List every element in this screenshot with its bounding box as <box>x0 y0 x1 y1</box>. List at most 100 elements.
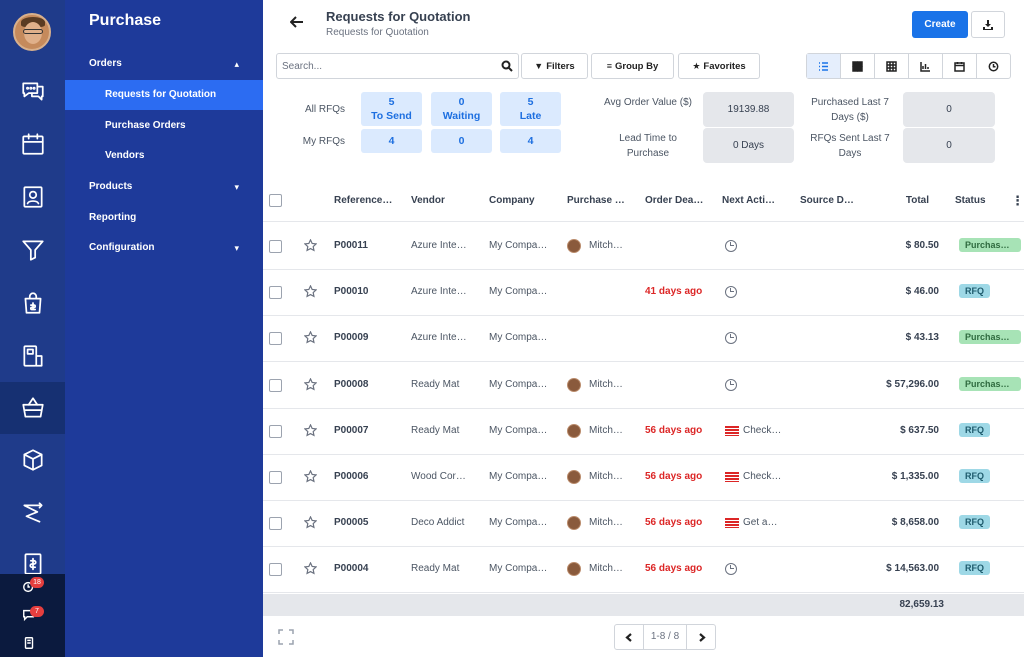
activity-flag-icon[interactable] <box>725 518 739 529</box>
sidebar-item-reporting[interactable]: Reporting <box>65 203 263 233</box>
next-activity-cell[interactable]: Check… <box>743 425 781 436</box>
star-icon[interactable] <box>303 238 318 255</box>
table-row[interactable]: P00010 Azure Inte… My Compa… 41 days ago $ 4… <box>263 270 1024 317</box>
sidebar-item-requests-for-quotation[interactable]: Requests for Quotation <box>65 80 263 110</box>
manufacturing-icon[interactable] <box>0 487 65 539</box>
row-checkbox[interactable] <box>269 563 282 577</box>
row-checkbox[interactable] <box>269 240 282 253</box>
row-checkbox[interactable] <box>269 471 282 484</box>
waiting-stat[interactable]: 0 Waiting <box>431 92 492 126</box>
pos-terminal-icon[interactable] <box>0 330 65 382</box>
inventory-box-icon[interactable] <box>0 434 65 486</box>
sidebar-item-products[interactable]: Products ▾ <box>65 172 263 202</box>
late-count: 5 <box>527 96 534 108</box>
column-header-company[interactable]: Company <box>489 195 555 206</box>
star-icon[interactable] <box>303 330 318 347</box>
star-icon[interactable] <box>303 561 318 578</box>
favorites-button[interactable]: ★ Favorites <box>678 53 760 79</box>
reference-cell: P00008 <box>334 378 369 390</box>
breadcrumb[interactable]: Requests for Quotation <box>326 27 429 38</box>
company-cell: My Compa… <box>489 332 548 344</box>
list-icon <box>819 61 828 71</box>
group-by-button[interactable]: ≡ Group By <box>591 53 674 79</box>
calendar-app-icon[interactable] <box>0 118 65 170</box>
to-send-stat[interactable]: 5 To Send <box>361 92 422 126</box>
phone-icon[interactable] <box>22 636 40 652</box>
download-button[interactable] <box>971 11 1005 38</box>
sidebar-item-vendors[interactable]: Vendors <box>65 141 263 171</box>
late-stat[interactable]: 5 Late <box>500 92 561 126</box>
activity-clock-icon[interactable] <box>725 286 737 299</box>
table-row[interactable]: P00008 Ready Mat My Compa… Mitch… $ 57,296.0… <box>263 363 1024 409</box>
my-rfqs-label: My RFQs <box>302 136 345 147</box>
select-all-checkbox[interactable] <box>269 194 282 207</box>
sales-bag-icon[interactable] <box>0 277 65 329</box>
column-header-next-activity[interactable]: Next Acti… <box>722 195 788 206</box>
contacts-app-icon[interactable] <box>0 171 65 223</box>
optional-columns-kebab-icon[interactable]: ⋮ <box>1011 193 1019 209</box>
star-icon[interactable] <box>303 377 318 394</box>
star-icon[interactable] <box>303 469 318 486</box>
order-deadline-cell: 56 days ago <box>645 471 703 482</box>
table-row[interactable]: P00006 Wood Cor… My Compa… Mitch… 56 days ag… <box>263 455 1024 501</box>
purchase-basket-icon[interactable] <box>0 382 65 434</box>
back-arrow-icon[interactable] <box>289 15 308 33</box>
star-icon[interactable] <box>303 423 318 440</box>
column-header-vendor[interactable]: Vendor <box>411 195 477 206</box>
next-activity-cell[interactable]: Check… <box>743 471 781 482</box>
column-header-source-document[interactable]: Source D… <box>800 195 866 206</box>
order-deadline-cell: 41 days ago <box>645 286 703 298</box>
sidebar: Purchase Orders ▴ Requests for Quotation… <box>65 0 263 657</box>
discuss-app-icon[interactable] <box>0 65 65 117</box>
table-row[interactable]: P00009 Azure Inte… My Compa… $ 43.13 Purchas… <box>263 316 1024 363</box>
user-avatar[interactable] <box>13 13 51 51</box>
sidebar-item-purchase-orders[interactable]: Purchase Orders <box>65 111 263 141</box>
activity-clock-icon[interactable] <box>725 240 737 252</box>
graph-view-button[interactable] <box>909 54 943 78</box>
next-page-button[interactable] <box>687 625 715 649</box>
sidebar-item-orders[interactable]: Orders ▴ <box>65 49 263 79</box>
row-checkbox[interactable] <box>269 286 282 300</box>
column-header-order-deadline[interactable]: Order Dea… <box>645 195 711 206</box>
filters-label: Filters <box>546 61 575 72</box>
my-to-send-stat[interactable]: 4 <box>361 129 422 153</box>
sidebar-item-configuration[interactable]: Configuration ▾ <box>65 233 263 263</box>
fullscreen-expand-icon[interactable] <box>278 629 294 648</box>
activity-flag-icon[interactable] <box>725 472 739 482</box>
table-row[interactable]: P00004 Ready Mat My Compa… Mitch… 56 days ag… <box>263 547 1024 594</box>
activity-view-button[interactable] <box>977 54 1010 78</box>
activity-clock-icon[interactable] <box>725 378 737 391</box>
activity-clock-icon[interactable] <box>725 563 737 576</box>
row-checkbox[interactable] <box>269 332 282 346</box>
column-header-reference[interactable]: Reference… <box>334 195 400 206</box>
create-button[interactable]: Create <box>912 11 968 38</box>
reference-cell: P00004 <box>334 563 369 575</box>
filters-button[interactable]: ▼ Filters <box>521 53 588 79</box>
search-input[interactable] <box>277 54 487 78</box>
previous-page-button[interactable] <box>615 625 643 649</box>
table-row[interactable]: P00005 Deco Addict My Compa… Mitch… 56 days … <box>263 501 1024 548</box>
calendar-view-button[interactable] <box>943 54 977 78</box>
row-checkbox[interactable] <box>269 424 282 438</box>
activity-clock-icon[interactable] <box>725 332 737 345</box>
column-header-status[interactable]: Status <box>955 195 995 206</box>
list-view-button[interactable] <box>807 54 841 78</box>
crm-funnel-icon[interactable] <box>0 224 65 276</box>
row-checkbox[interactable] <box>269 517 282 531</box>
my-late-stat[interactable]: 4 <box>500 129 561 153</box>
search-icon[interactable] <box>501 60 513 75</box>
activity-flag-icon[interactable] <box>725 425 739 436</box>
star-icon[interactable] <box>303 284 318 301</box>
total-cell: $ 14,563.00 <box>886 563 939 575</box>
pivot-view-button[interactable] <box>875 54 909 78</box>
row-checkbox[interactable] <box>269 378 282 392</box>
pager-value[interactable]: 1-8 / 8 <box>643 625 687 649</box>
my-waiting-stat[interactable]: 0 <box>431 129 492 153</box>
kanban-view-button[interactable] <box>841 54 875 78</box>
table-row[interactable]: P00007 Ready Mat My Compa… Mitch… 56 days ag… <box>263 409 1024 455</box>
column-header-purchase-rep[interactable]: Purchase … <box>567 195 633 206</box>
next-activity-cell[interactable]: Get a… <box>743 517 777 528</box>
star-icon[interactable] <box>303 515 318 532</box>
table-row[interactable]: P00011 Azure Inte… My Compa… Mitch… $ 80.50 P… <box>263 224 1024 270</box>
column-header-total[interactable]: Total <box>888 195 929 206</box>
